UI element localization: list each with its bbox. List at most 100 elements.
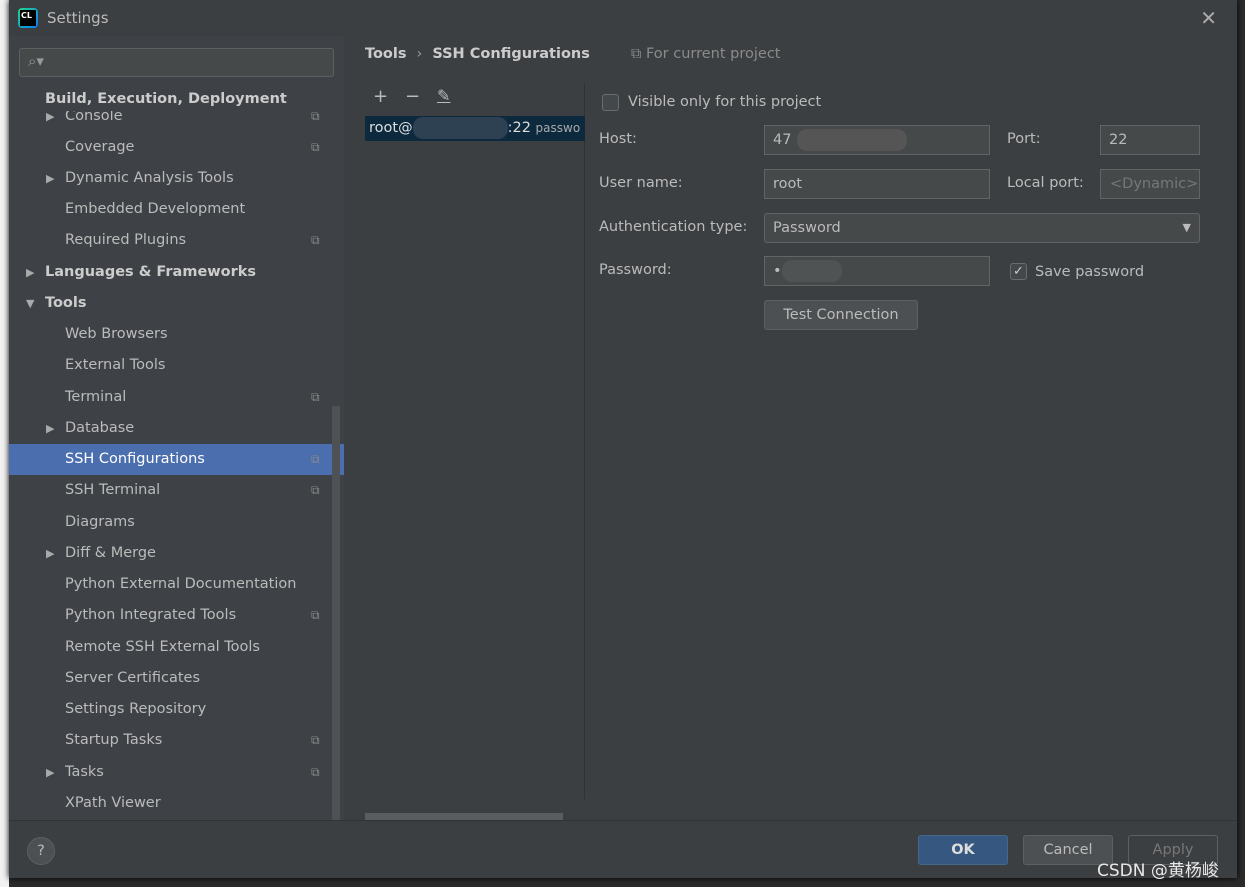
save-password-label: Save password <box>1035 264 1145 280</box>
sidebar-item[interactable]: ▶ Database <box>9 413 344 444</box>
entry-user: root@ <box>369 120 413 136</box>
local-port-label: Local port: <box>1007 175 1084 191</box>
sidebar-item[interactable]: Build, Execution, Deployment <box>9 87 344 111</box>
collapsed-arrow-icon[interactable]: ▶ <box>46 163 54 194</box>
sidebar-item[interactable]: ▶ Diff & Merge <box>9 538 344 569</box>
add-icon[interactable]: + <box>373 86 388 107</box>
breadcrumb-parent[interactable]: Tools <box>365 46 407 62</box>
sidebar-item[interactable]: SSH Terminal ⧉ <box>9 475 344 506</box>
breadcrumb-current: SSH Configurations <box>432 46 590 62</box>
sidebar-item[interactable]: Embedded Development <box>9 194 344 225</box>
close-icon[interactable]: ✕ <box>1200 6 1217 30</box>
sidebar-item-label: Python External Documentation <box>65 576 297 592</box>
local-port-field[interactable]: <Dynamic> <box>1100 169 1200 199</box>
sidebar-item[interactable]: Python Integrated Tools ⧉ <box>9 600 344 631</box>
sidebar-item-label: External Tools <box>65 357 166 373</box>
sidebar-item-label: Languages & Frameworks <box>45 264 257 280</box>
expanded-arrow-icon[interactable]: ▼ <box>26 288 34 319</box>
edit-icon[interactable]: ✎ <box>437 86 450 105</box>
project-scope-icon: ⧉ <box>311 608 320 622</box>
test-connection-button[interactable]: Test Connection <box>764 300 918 330</box>
scope-text: For current project <box>645 46 781 62</box>
help-button[interactable]: ? <box>27 837 55 865</box>
background-window <box>0 0 9 887</box>
window-title: Settings <box>47 9 109 27</box>
sidebar-item-label: Dynamic Analysis Tools <box>65 170 234 186</box>
sidebar-item[interactable]: Required Plugins ⧉ <box>9 225 344 256</box>
sidebar-item-label: Tools <box>45 295 87 311</box>
sidebar-item-label: Startup Tasks <box>65 732 163 748</box>
redacted-host <box>797 129 908 151</box>
entry-auth: passwo <box>535 121 581 135</box>
project-scope-icon: ⧉ <box>311 233 320 247</box>
project-scope-icon: ⧉ <box>311 733 320 747</box>
visible-only-label: Visible only for this project <box>628 94 822 110</box>
entry-port: :22 <box>507 120 531 136</box>
clion-logo-icon: CL <box>18 8 38 28</box>
sidebar-item-label: Python Integrated Tools <box>65 607 237 623</box>
sidebar-item-label: Web Browsers <box>65 326 168 342</box>
sidebar-item-label: Tasks <box>65 764 104 780</box>
sidebar-item[interactable]: ▶ Languages & Frameworks <box>9 257 344 288</box>
ssh-config-list: + − ✎ root@ :22 passwo <box>365 84 585 821</box>
sidebar-scrollbar[interactable] <box>332 406 340 820</box>
sidebar-item[interactable]: ▶ Dynamic Analysis Tools <box>9 163 344 194</box>
sidebar-item[interactable]: Web Browsers <box>9 319 344 350</box>
scope-label: ⧉ For current project <box>631 46 780 62</box>
sidebar-item[interactable]: External Tools <box>9 350 344 381</box>
sidebar-item-label: Terminal <box>65 389 127 405</box>
sidebar-item[interactable]: Server Certificates <box>9 663 344 694</box>
settings-dialog: CL Settings ✕ ⌕▾ Build, Execution, Deplo… <box>9 0 1237 878</box>
sidebar-item[interactable]: Diagrams <box>9 507 344 538</box>
sidebar-item-label: XPath Viewer <box>65 795 161 811</box>
sidebar-item[interactable]: Coverage ⧉ <box>9 132 344 163</box>
ssh-config-panel: Tools › SSH Configurations ⧉ For current p… <box>344 36 1237 821</box>
sidebar-item[interactable]: ▶ Tasks ⧉ <box>9 757 344 788</box>
collapsed-arrow-icon[interactable]: ▶ <box>46 413 54 444</box>
visible-only-checkbox[interactable] <box>602 94 619 111</box>
sidebar-item-label: Database <box>65 420 135 436</box>
sidebar-item-label: SSH Terminal <box>65 482 161 498</box>
collapsed-arrow-icon[interactable]: ▶ <box>46 757 54 788</box>
port-field[interactable]: 22 <box>1100 125 1200 155</box>
host-label: Host: <box>599 131 637 147</box>
list-item[interactable]: root@ :22 passwo <box>365 116 585 141</box>
password-label: Password: <box>599 262 672 278</box>
sidebar-item[interactable]: SSH Configurations ⧉ <box>9 444 344 475</box>
search-icon: ⌕▾ <box>28 52 44 70</box>
sidebar-item-label: Server Certificates <box>65 670 201 686</box>
password-field[interactable]: • <box>764 256 990 286</box>
dialog-footer: ? OK Cancel Apply <box>9 820 1237 878</box>
breadcrumb: Tools › SSH Configurations <box>365 46 590 62</box>
user-name-field[interactable]: root <box>764 169 990 199</box>
save-password-checkbox[interactable]: ✓ <box>1010 263 1027 280</box>
sidebar-item[interactable]: Settings Repository <box>9 694 344 725</box>
host-value: 47 <box>773 132 792 148</box>
sidebar-item[interactable]: Python External Documentation <box>9 569 344 600</box>
project-scope-icon: ⧉ <box>311 483 320 497</box>
collapsed-arrow-icon[interactable]: ▶ <box>46 538 54 569</box>
project-scope-icon: ⧉ <box>631 46 646 62</box>
sidebar-item-label: Diff & Merge <box>65 545 156 561</box>
sidebar-item[interactable]: XPath Viewer <box>9 788 344 819</box>
user-name-label: User name: <box>599 175 683 191</box>
host-field[interactable]: 47 <box>764 125 990 155</box>
sidebar-item[interactable]: Remote SSH External Tools <box>9 632 344 663</box>
ok-button[interactable]: OK <box>918 835 1008 865</box>
title-bar: CL Settings ✕ <box>9 0 1237 36</box>
settings-tree: ⌕▾ Build, Execution, Deployment ▶ Console ⧉… <box>9 36 344 820</box>
sidebar-item-label: Settings Repository <box>65 701 207 717</box>
collapsed-arrow-icon[interactable]: ▶ <box>26 257 34 288</box>
project-scope-icon: ⧉ <box>311 765 320 779</box>
sidebar-item-label: Required Plugins <box>65 232 187 248</box>
port-label: Port: <box>1007 131 1041 147</box>
auth-type-select[interactable]: Password ▼ <box>764 213 1200 243</box>
sidebar-item[interactable]: Terminal ⧉ <box>9 382 344 413</box>
sidebar-item-label: Remote SSH External Tools <box>65 639 260 655</box>
search-input[interactable]: ⌕▾ <box>19 48 334 77</box>
sidebar-item[interactable]: ▼ Tools <box>9 288 344 319</box>
sidebar-item[interactable]: Startup Tasks ⧉ <box>9 725 344 756</box>
sidebar-item-label: Diagrams <box>65 514 135 530</box>
remove-icon[interactable]: − <box>405 86 420 107</box>
project-scope-icon: ⧉ <box>311 140 320 154</box>
